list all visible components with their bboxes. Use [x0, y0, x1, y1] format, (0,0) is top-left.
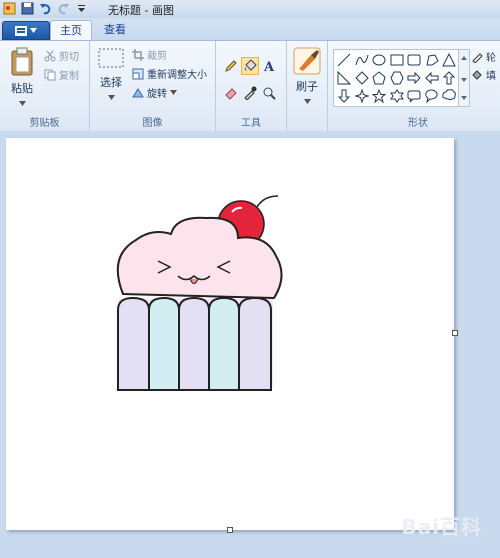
paint-bucket-icon	[244, 59, 257, 71]
shapes-group-label: 形状	[408, 118, 428, 129]
copy-label: 复制	[59, 71, 79, 82]
shapes-gallery	[333, 49, 461, 107]
rectangle-shape-icon[interactable]	[390, 53, 404, 67]
resize-button[interactable]: 重新调整大小	[132, 66, 207, 81]
text-a-icon: A	[263, 60, 275, 73]
svg-text:A: A	[263, 60, 275, 73]
oval-callout-shape-icon[interactable]	[424, 89, 439, 103]
rotate-icon	[132, 87, 144, 97]
fill-label: 填	[486, 71, 496, 82]
paint-menu-button[interactable]	[2, 21, 50, 40]
four-point-star-shape-icon[interactable]	[354, 89, 369, 103]
resize-icon	[132, 68, 144, 79]
six-point-star-shape-icon[interactable]	[389, 89, 404, 103]
tools-group-label: 工具	[241, 118, 261, 129]
brushes-group: 刷子	[287, 41, 328, 131]
five-point-star-shape-icon[interactable]	[372, 89, 386, 103]
outline-icon	[472, 52, 483, 63]
triangle-shape-icon[interactable]	[442, 53, 456, 67]
text-tool[interactable]: A	[260, 57, 278, 75]
image-group-label: 图像	[142, 118, 163, 129]
paste-button[interactable]: 粘贴	[6, 47, 38, 109]
crop-label: 裁剪	[147, 51, 167, 62]
chevron-down-icon	[18, 101, 26, 106]
select-button[interactable]: 选择	[94, 47, 128, 103]
save-icon[interactable]	[20, 1, 35, 16]
tools-group: A 工具	[216, 41, 287, 131]
fill-bucket-icon	[472, 69, 482, 80]
color-picker-tool[interactable]	[241, 84, 259, 102]
resize-handle-right[interactable]	[452, 330, 458, 336]
brushes-label: 刷子	[296, 80, 318, 93]
chevron-down-icon	[107, 95, 115, 100]
diamond-shape-icon[interactable]	[354, 71, 369, 85]
canvas-area: Bai百科	[0, 131, 500, 558]
quick-access-toolbar	[2, 1, 89, 16]
brushes-button[interactable]: 刷子	[291, 47, 323, 107]
drawing-canvas[interactable]	[6, 138, 454, 530]
hexagon-shape-icon[interactable]	[389, 71, 404, 85]
image-group: 选择 裁剪 重新调整大小 旋转 图像	[90, 41, 216, 131]
crop-icon	[132, 48, 144, 61]
paste-label: 粘贴	[11, 82, 33, 95]
fill-button[interactable]: 填	[471, 67, 496, 82]
paint-app-icon[interactable]	[2, 1, 17, 16]
eyedropper-icon	[244, 86, 257, 100]
crop-button[interactable]: 裁剪	[132, 47, 167, 62]
up-arrow-shape-icon[interactable]	[442, 71, 456, 85]
outline-button[interactable]: 轮	[471, 49, 496, 64]
copy-button[interactable]: 复制	[44, 67, 79, 82]
rounded-rectangle-shape-icon[interactable]	[407, 53, 421, 67]
pencil-icon	[225, 60, 237, 72]
shapes-gallery-scrollbar[interactable]	[458, 49, 470, 107]
resize-handle-bottom[interactable]	[227, 527, 233, 533]
tab-home[interactable]: 主页	[50, 20, 92, 41]
chevron-down-icon	[30, 28, 37, 33]
left-arrow-shape-icon[interactable]	[424, 71, 439, 85]
scissors-icon	[44, 50, 56, 61]
curve-shape-icon[interactable]	[355, 53, 369, 67]
eraser-tool[interactable]	[222, 84, 240, 102]
right-triangle-shape-icon[interactable]	[337, 71, 351, 85]
pentagon-shape-icon[interactable]	[372, 71, 386, 85]
paste-icon	[11, 47, 33, 76]
rotate-label: 旋转	[147, 89, 167, 100]
select-rect-icon	[98, 48, 124, 68]
magnifier-icon	[263, 87, 276, 100]
chevron-down-icon	[170, 90, 177, 95]
cloud-callout-shape-icon[interactable]	[442, 89, 456, 103]
polygon-shape-icon[interactable]	[425, 53, 439, 67]
clipboard-group-label: 剪贴板	[29, 118, 60, 129]
paint-menu-icon	[15, 25, 27, 36]
fill-tool[interactable]	[241, 57, 259, 75]
down-arrow-shape-icon[interactable]	[337, 89, 351, 103]
undo-icon[interactable]	[38, 1, 53, 16]
brush-icon	[293, 47, 321, 75]
title-bar: 无标题 - 画图	[0, 0, 500, 19]
window-title: 无标题 - 画图	[108, 4, 174, 17]
rounded-callout-shape-icon[interactable]	[407, 89, 421, 103]
pencil-tool[interactable]	[222, 57, 240, 75]
tab-view[interactable]: 查看	[96, 20, 134, 40]
cupcake-drawing	[116, 195, 283, 391]
chevron-down-icon	[303, 99, 311, 104]
customize-toolbar-icon[interactable]	[74, 1, 89, 16]
copy-icon	[44, 69, 56, 80]
cut-label: 剪切	[59, 52, 79, 63]
outline-label: 轮	[486, 53, 496, 64]
watermark: Bai百科	[401, 515, 482, 539]
eraser-icon	[225, 88, 237, 100]
oval-shape-icon[interactable]	[372, 53, 386, 67]
resize-label: 重新调整大小	[147, 70, 207, 81]
cut-button[interactable]: 剪切	[44, 48, 79, 63]
rotate-button[interactable]: 旋转	[132, 85, 177, 100]
magnifier-tool[interactable]	[260, 84, 278, 102]
clipboard-group: 粘贴 剪切 复制 剪贴板	[0, 41, 90, 131]
shapes-group: 轮 填 形状	[328, 41, 500, 131]
ribbon: 粘贴 剪切 复制 剪贴板 选择 裁剪 重新调整大小 旋转 图像 A 工具 刷子 …	[0, 40, 500, 132]
line-shape-icon[interactable]	[337, 53, 351, 67]
right-arrow-shape-icon[interactable]	[407, 71, 421, 85]
select-label: 选择	[100, 76, 122, 89]
redo-icon[interactable]	[56, 1, 71, 16]
